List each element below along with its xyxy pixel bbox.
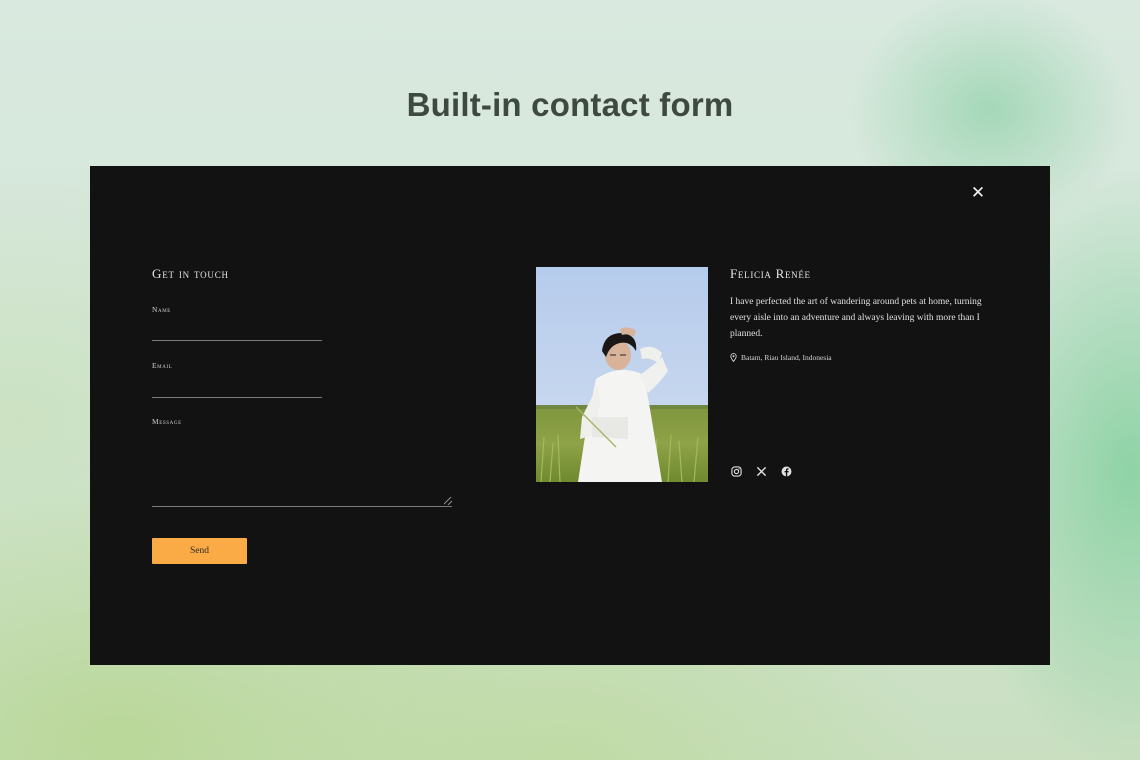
message-label: Message (152, 417, 182, 426)
profile-name: Felicia Renée (730, 266, 811, 281)
email-label: Email (152, 361, 173, 370)
email-field[interactable] (152, 381, 322, 398)
form-heading: Get in touch (152, 266, 229, 281)
close-icon[interactable]: ✕ (968, 184, 988, 204)
x-icon[interactable] (756, 466, 767, 477)
instagram-icon[interactable] (731, 466, 742, 477)
profile-photo-illustration (536, 267, 708, 482)
page-title: Built-in contact form (406, 86, 734, 123)
profile-photo (536, 267, 708, 482)
profile-location: Batam, Riau Island, Indonesia (730, 353, 832, 362)
social-links (731, 466, 792, 477)
resize-handle[interactable] (444, 497, 452, 505)
contact-modal: ✕ Get in touch Name Email Message Send F… (90, 166, 1050, 665)
profile-bio: I have perfected the art of wandering ar… (730, 297, 982, 339)
name-field[interactable] (152, 324, 322, 341)
send-button[interactable]: Send (152, 538, 247, 564)
location-pin-icon (730, 353, 737, 362)
message-field[interactable] (152, 434, 452, 507)
profile-location-text: Batam, Riau Island, Indonesia (741, 353, 832, 362)
name-label: Name (152, 305, 171, 314)
facebook-icon[interactable] (781, 466, 792, 477)
